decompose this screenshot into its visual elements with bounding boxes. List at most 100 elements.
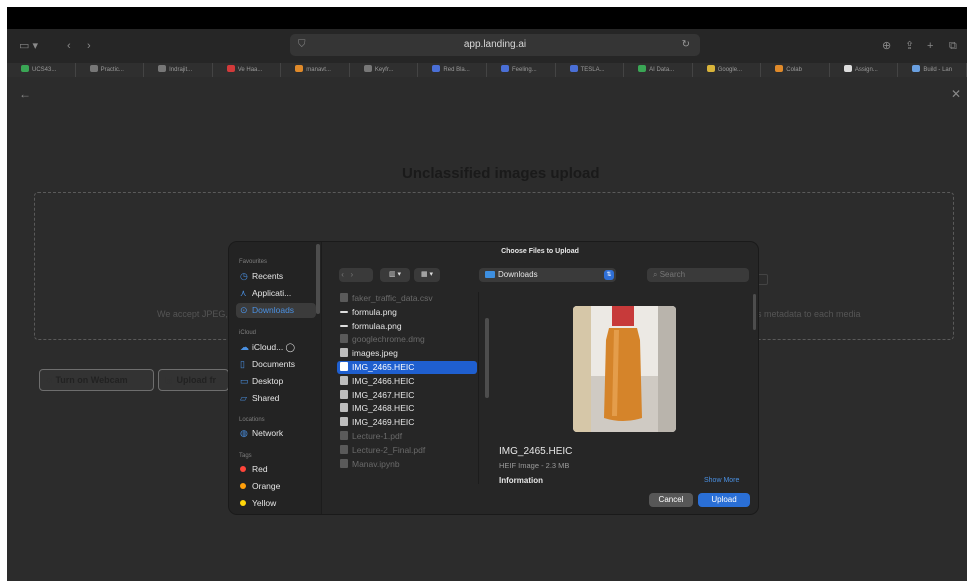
sidebar-item-documents[interactable]: ▯ Documents <box>236 357 316 372</box>
browser-tab[interactable]: manavt... <box>281 63 350 77</box>
file-item[interactable]: formulaa.png <box>337 320 477 333</box>
file-item[interactable]: Lecture-2_Final.pdf <box>337 444 477 457</box>
sidebar-heading: Tags <box>239 453 252 459</box>
file-item[interactable]: formula.png <box>337 306 477 319</box>
tab-favicon-icon <box>432 65 441 72</box>
browser-tab[interactable]: Feeling... <box>487 63 556 77</box>
search-field[interactable]: ⌕ <box>647 268 749 282</box>
tab-favicon-icon <box>21 65 29 72</box>
tag-dot-icon <box>240 466 246 472</box>
sidebar-item-applicati[interactable]: ⋏ Applicati... <box>236 286 316 301</box>
sidebar-heading: iCloud <box>239 330 257 336</box>
information-heading: Information <box>499 476 543 485</box>
reload-icon[interactable]: ↻ <box>682 34 690 56</box>
applications-icon: ⋏ <box>240 288 247 298</box>
sidebar-item-desktop[interactable]: ▭ Desktop <box>236 374 316 389</box>
sidebar-item-recents[interactable]: ◷ Recents <box>236 269 316 284</box>
file-preview: IMG_2465.HEIC HEIF Image - 2.3 MB Inform… <box>491 292 758 485</box>
browser-tab[interactable]: Practic... <box>76 63 145 77</box>
sidebar-heading: Locations <box>239 417 265 423</box>
file-item[interactable]: IMG_2466.HEIC <box>337 375 477 388</box>
turn-on-webcam-button[interactable]: ◙ Turn on Webcam <box>39 369 154 391</box>
file-item[interactable]: IMG_2467.HEIC <box>337 389 477 402</box>
cloud-icon: ☁ <box>240 342 249 352</box>
file-icon <box>340 375 348 385</box>
network-icon: ◍ <box>240 428 248 438</box>
camera-icon: ◙ <box>46 375 52 385</box>
file-item[interactable]: Lecture-1.pdf <box>337 430 477 443</box>
tag-dot-icon <box>240 483 246 489</box>
browser-tab[interactable]: Ve Haa... <box>213 63 282 77</box>
browser-tab[interactable]: TESLA... <box>556 63 625 77</box>
show-more-link[interactable]: Show More <box>704 477 739 484</box>
browser-tab[interactable]: Colab <box>761 63 830 77</box>
search-icon: ⌕ <box>653 270 658 279</box>
preview-scrollbar[interactable] <box>753 294 756 330</box>
tab-favicon-icon <box>363 65 372 72</box>
forward-icon[interactable]: › <box>87 39 91 53</box>
file-item[interactable]: faker_traffic_data.csv <box>337 292 477 305</box>
page-title: Unclassified images upload <box>402 165 600 182</box>
upload-icon: ⊞ <box>165 375 173 385</box>
new-tab-icon[interactable]: + <box>927 39 933 53</box>
sidebar-heading: Favourites <box>239 259 268 265</box>
folder-icon <box>485 271 495 278</box>
column-view-button[interactable]: ▥ ▾ <box>380 268 410 282</box>
tab-overview-icon[interactable]: ⧉ <box>949 39 957 53</box>
shared-folder-icon: ▱ <box>240 393 247 403</box>
browser-tab[interactable]: AI Data... <box>624 63 693 77</box>
file-list-scrollbar[interactable] <box>485 318 489 398</box>
address-bar[interactable]: ⛉ app.landing.ai ↻ <box>290 34 700 56</box>
desktop-icon: ▭ <box>240 376 249 386</box>
file-picker-dialog: Favourites ◷ Recents ⋏ Applicati... ⊙ Download… <box>229 242 758 514</box>
search-input[interactable] <box>659 270 732 279</box>
sidebar-item-icloud[interactable]: ☁ iCloud... ◯ <box>236 340 316 355</box>
browser-tab[interactable]: Keyfr... <box>350 63 419 77</box>
back-icon[interactable]: ‹ <box>67 39 71 53</box>
browser-tab[interactable]: Red Bla... <box>418 63 487 77</box>
browser-tab[interactable]: Google... <box>693 63 762 77</box>
tab-favicon-icon <box>775 65 784 72</box>
sidebar-scrollbar[interactable] <box>316 244 320 314</box>
upload-from-button[interactable]: ⊞ Upload fr <box>158 369 229 391</box>
metadata-text: s metadata to each media <box>757 309 861 319</box>
browser-tab[interactable]: UCS43... <box>7 63 76 77</box>
sidebar-item-downloads[interactable]: ⊙ Downloads <box>236 303 316 318</box>
file-item[interactable]: IMG_2468.HEIC <box>337 402 477 415</box>
share-icon[interactable]: ⇪ <box>905 39 914 53</box>
url-text: app.landing.ai <box>463 39 527 50</box>
tab-favicon-icon <box>912 65 921 72</box>
file-item[interactable]: images.jpeg <box>337 347 477 360</box>
browser-tab[interactable]: Build - Lan <box>898 63 967 77</box>
file-icon <box>340 293 348 302</box>
sidebar-item-network[interactable]: ◍ Network <box>236 426 316 441</box>
tag-red[interactable]: Red <box>236 462 316 477</box>
file-item[interactable]: googlechrome.dmg <box>337 333 477 346</box>
file-icon <box>340 334 348 344</box>
menu-bar <box>7 7 967 29</box>
chevron-updown-icon: ⇅ <box>604 270 614 280</box>
tab-favicon-icon <box>638 65 647 72</box>
grid-view-button[interactable]: ▦ ▾ <box>414 268 440 282</box>
tag-orange[interactable]: Orange <box>236 479 316 494</box>
upload-button[interactable]: Upload <box>698 493 750 507</box>
sidebar-item-shared[interactable]: ▱ Shared <box>236 391 316 406</box>
file-item[interactable]: IMG_2469.HEIC <box>337 416 477 429</box>
file-item[interactable]: Manav.ipynb <box>337 458 477 471</box>
back-arrow-icon[interactable]: ← <box>19 87 31 101</box>
cancel-button[interactable]: Cancel <box>649 493 693 507</box>
downloads-toolbar-icon[interactable]: ⊕ <box>882 39 891 53</box>
file-icon <box>340 444 348 454</box>
tag-yellow[interactable]: Yellow <box>236 496 316 511</box>
page-content: ← ✕ Unclassified images upload We accept… <box>7 77 967 581</box>
close-icon[interactable]: ✕ <box>951 87 961 101</box>
clock-icon: ◷ <box>240 271 248 281</box>
browser-tab[interactable]: Indrajit... <box>144 63 213 77</box>
dialog-title: Choose Files to Upload <box>501 248 579 255</box>
tab-favicon-icon <box>158 65 167 72</box>
file-item[interactable]: IMG_2465.HEIC <box>337 361 477 374</box>
sidebar-toggle-icon[interactable]: ▭ ▾ <box>19 39 38 53</box>
browser-tab[interactable]: Assign... <box>830 63 899 77</box>
location-dropdown[interactable]: Downloads ⇅ <box>479 268 616 282</box>
nav-back-forward[interactable]: ‹ › <box>339 268 373 282</box>
